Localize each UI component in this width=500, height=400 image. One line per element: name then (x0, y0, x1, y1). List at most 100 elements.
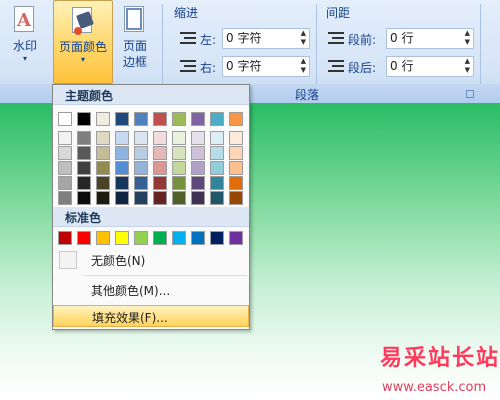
theme-shade-swatch[interactable] (58, 146, 72, 160)
theme-shade-swatch[interactable] (77, 131, 91, 145)
theme-shade-swatch[interactable] (115, 131, 129, 145)
theme-shade-swatch[interactable] (210, 191, 224, 205)
spinner-arrows-icon[interactable]: ▲ ▼ (465, 29, 470, 47)
standard-color-swatch[interactable] (210, 231, 224, 245)
theme-shade-swatch[interactable] (115, 191, 129, 205)
standard-color-swatch[interactable] (96, 231, 110, 245)
spacing-after-input[interactable]: 0 行 ▲ ▼ (386, 56, 474, 77)
theme-color-swatch[interactable] (115, 112, 129, 126)
page-border-icon (122, 6, 148, 36)
standard-color-swatch[interactable] (115, 231, 129, 245)
theme-color-swatch[interactable] (153, 112, 167, 126)
theme-shade-swatch[interactable] (96, 161, 110, 175)
page-color-button[interactable]: 页面颜色 ▾ (53, 0, 113, 84)
theme-shade-swatch[interactable] (153, 161, 167, 175)
theme-shade-swatch[interactable] (210, 161, 224, 175)
theme-shade-swatch[interactable] (77, 161, 91, 175)
theme-shade-swatch[interactable] (153, 191, 167, 205)
theme-shade-swatch[interactable] (134, 176, 148, 190)
theme-shade-swatch[interactable] (191, 161, 205, 175)
theme-color-swatch[interactable] (210, 112, 224, 126)
theme-shade-swatch[interactable] (210, 131, 224, 145)
standard-color-swatch[interactable] (172, 231, 186, 245)
theme-shade-swatch[interactable] (115, 146, 129, 160)
spacing-title: 间距 (326, 6, 351, 20)
theme-shade-swatch[interactable] (191, 146, 205, 160)
standard-color-swatch[interactable] (58, 231, 72, 245)
spacing-before-label: 段前: (348, 33, 377, 47)
theme-shade-swatch[interactable] (153, 146, 167, 160)
theme-color-swatch[interactable] (77, 112, 91, 126)
theme-shade-swatch[interactable] (153, 176, 167, 190)
theme-shade-swatch[interactable] (134, 131, 148, 145)
spinner-arrows-icon[interactable]: ▲ ▼ (301, 29, 306, 47)
theme-shade-swatch[interactable] (77, 191, 91, 205)
theme-shade-swatch[interactable] (172, 161, 186, 175)
theme-shade-swatch[interactable] (191, 176, 205, 190)
theme-shade-swatch[interactable] (58, 131, 72, 145)
theme-color-swatch[interactable] (191, 112, 205, 126)
standard-color-swatch[interactable] (134, 231, 148, 245)
spinner-arrows-icon[interactable]: ▲ ▼ (301, 57, 306, 75)
theme-shade-swatch[interactable] (172, 191, 186, 205)
indent-right-value: 0 字符 (226, 59, 262, 73)
theme-shade-swatch[interactable] (77, 176, 91, 190)
no-color-item[interactable]: 无颜色(N) (53, 249, 249, 271)
indent-left-icon (180, 32, 196, 44)
page-border-button[interactable]: 页面 边框 (114, 0, 156, 84)
theme-shade-swatch[interactable] (58, 176, 72, 190)
theme-shade-swatch[interactable] (96, 191, 110, 205)
theme-color-swatch[interactable] (134, 112, 148, 126)
theme-shade-swatch[interactable] (115, 176, 129, 190)
theme-shade-swatch[interactable] (77, 146, 91, 160)
standard-color-swatch[interactable] (77, 231, 91, 245)
theme-color-swatch[interactable] (58, 112, 72, 126)
theme-shade-swatch[interactable] (172, 176, 186, 190)
spacing-after-icon (328, 60, 344, 72)
theme-color-swatch[interactable] (96, 112, 110, 126)
spacing-before-input[interactable]: 0 行 ▲ ▼ (386, 28, 474, 49)
theme-shade-swatch[interactable] (134, 161, 148, 175)
watermark-button[interactable]: A 水印 ▾ (0, 0, 50, 84)
fill-effects-item[interactable]: 填充效果(F)... (53, 305, 249, 327)
theme-shade-swatch[interactable] (153, 131, 167, 145)
more-colors-item[interactable]: 其他颜色(M)... (53, 279, 249, 301)
theme-shade-swatch[interactable] (96, 176, 110, 190)
theme-shade-swatch[interactable] (210, 176, 224, 190)
indent-left-value: 0 字符 (226, 31, 262, 45)
theme-shade-swatch[interactable] (172, 131, 186, 145)
dialog-launcher-icon[interactable] (466, 90, 474, 98)
theme-shade-swatch[interactable] (191, 191, 205, 205)
theme-shade-swatch[interactable] (229, 191, 243, 205)
theme-shade-swatch[interactable] (229, 176, 243, 190)
theme-shade-swatch[interactable] (172, 146, 186, 160)
fill-effects-label: 填充效果(F)... (92, 311, 168, 325)
theme-shade-swatch[interactable] (134, 191, 148, 205)
chevron-down-icon: ▾ (22, 54, 27, 63)
theme-shade-swatch[interactable] (58, 161, 72, 175)
theme-shade-swatch[interactable] (96, 131, 110, 145)
more-colors-label: 其他颜色(M)... (91, 284, 171, 298)
standard-color-swatch[interactable] (153, 231, 167, 245)
theme-shade-swatch[interactable] (134, 146, 148, 160)
theme-shade-swatch[interactable] (229, 131, 243, 145)
group-divider (316, 4, 317, 84)
theme-shade-swatch[interactable] (210, 146, 224, 160)
indent-left-label: 左: (200, 33, 217, 47)
indent-right-input[interactable]: 0 字符 ▲ ▼ (222, 56, 310, 77)
spacing-before-icon (328, 32, 344, 44)
indent-left-input[interactable]: 0 字符 ▲ ▼ (222, 28, 310, 49)
watermark-url: www.easck.com (382, 380, 487, 395)
theme-shade-swatch[interactable] (115, 161, 129, 175)
theme-shade-swatch[interactable] (58, 191, 72, 205)
theme-color-swatch[interactable] (172, 112, 186, 126)
theme-shade-swatch[interactable] (96, 146, 110, 160)
theme-shade-swatch[interactable] (229, 161, 243, 175)
spinner-arrows-icon[interactable]: ▲ ▼ (465, 57, 470, 75)
standard-color-swatch[interactable] (191, 231, 205, 245)
theme-shade-swatch[interactable] (229, 146, 243, 160)
theme-shade-swatch[interactable] (191, 131, 205, 145)
theme-color-swatch[interactable] (229, 112, 243, 126)
standard-color-swatch[interactable] (229, 231, 243, 245)
indent-right-icon (180, 60, 196, 72)
